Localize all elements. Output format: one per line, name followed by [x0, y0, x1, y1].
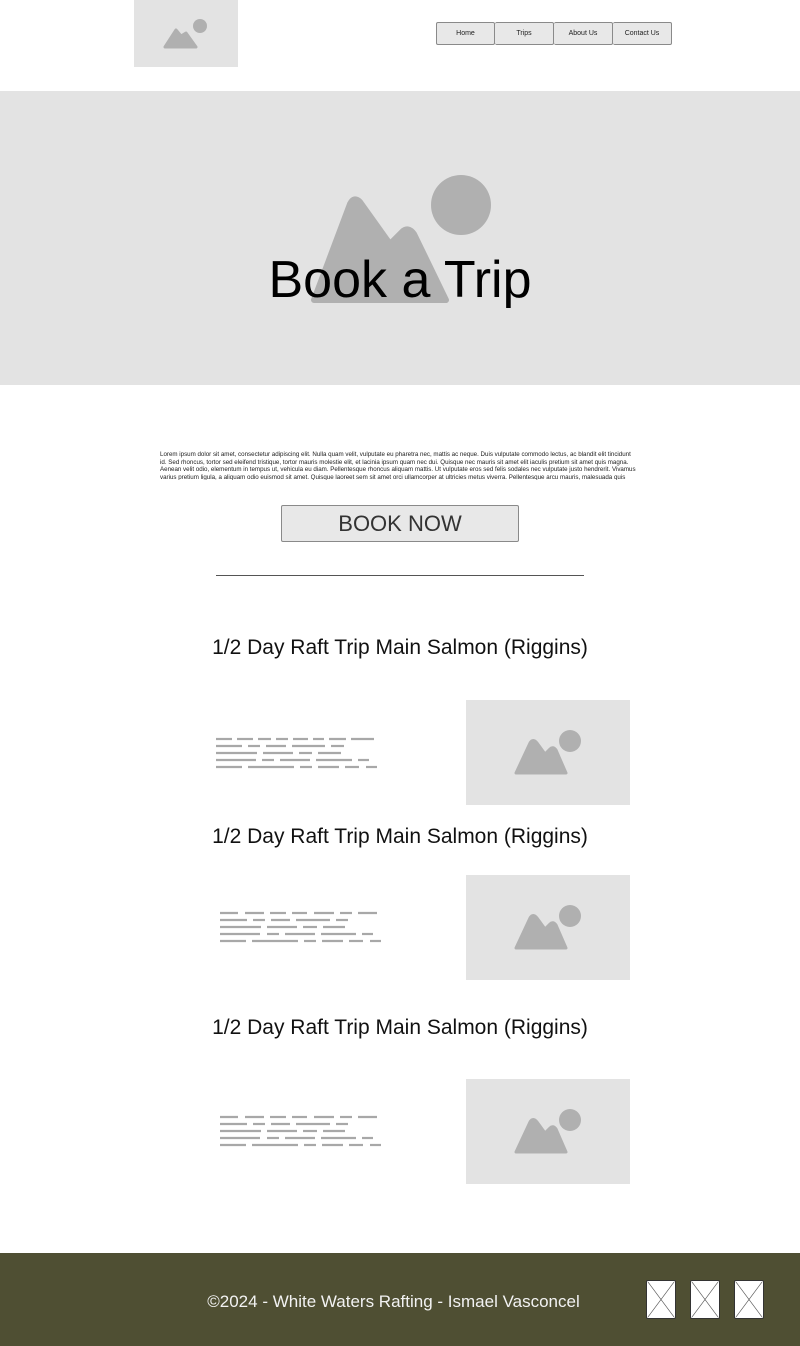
book-now-button[interactable]: BOOK NOW — [281, 505, 519, 542]
social-link-3[interactable] — [734, 1280, 764, 1319]
nav-home-button[interactable]: Home — [436, 22, 495, 45]
hero-banner: Book a Trip — [0, 91, 800, 385]
logo[interactable] — [134, 0, 238, 67]
social-link-1[interactable] — [646, 1280, 676, 1319]
main-nav: Home Trips About Us Contact Us — [436, 22, 672, 45]
broken-image-icon — [735, 1281, 763, 1318]
trip-image — [466, 1079, 630, 1184]
trip-description-placeholder — [220, 910, 390, 950]
nav-about-button[interactable]: About Us — [554, 22, 613, 45]
image-placeholder-icon — [163, 19, 207, 49]
image-placeholder-icon — [514, 905, 581, 950]
intro-paragraph: Lorem ipsum dolor sit amet, consectetur … — [160, 451, 636, 480]
trip-image — [466, 700, 630, 805]
trip-image — [466, 875, 630, 980]
footer: ©2024 - White Waters Rafting - Ismael Va… — [0, 1253, 800, 1346]
nav-trips-button[interactable]: Trips — [495, 22, 554, 45]
trip-title: 1/2 Day Raft Trip Main Salmon (Riggins) — [212, 1016, 588, 1039]
image-placeholder-icon — [514, 730, 581, 775]
page-title: Book a Trip — [268, 251, 532, 309]
trip-title: 1/2 Day Raft Trip Main Salmon (Riggins) — [212, 825, 588, 848]
image-placeholder-icon — [514, 1109, 581, 1154]
trip-description-placeholder — [220, 1114, 390, 1154]
broken-image-icon — [691, 1281, 719, 1318]
trip-description-placeholder — [216, 736, 386, 776]
social-link-2[interactable] — [690, 1280, 720, 1319]
broken-image-icon — [647, 1281, 675, 1318]
trip-title: 1/2 Day Raft Trip Main Salmon (Riggins) — [212, 636, 588, 659]
section-divider — [216, 575, 584, 576]
nav-contact-button[interactable]: Contact Us — [613, 22, 672, 45]
